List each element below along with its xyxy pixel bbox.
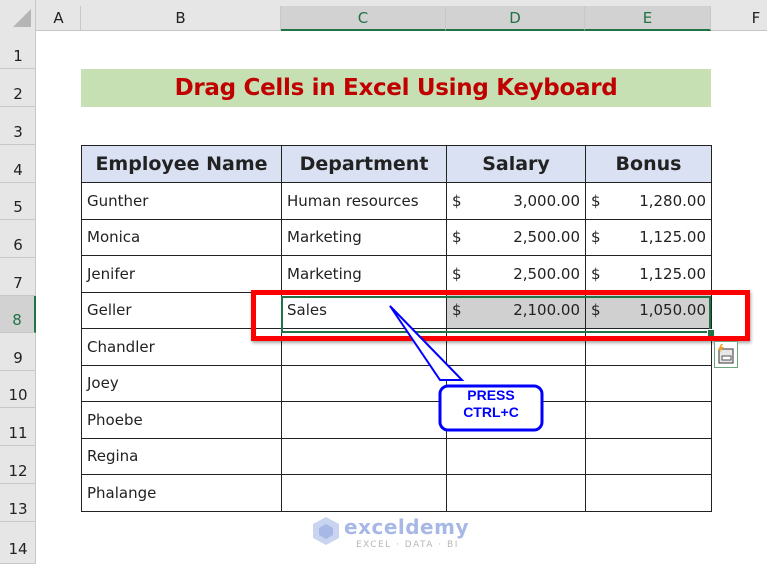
cell-bonus[interactable] [585, 364, 712, 402]
currency-symbol: $ [591, 264, 601, 283]
paste-options-icon[interactable] [714, 341, 738, 368]
currency-symbol: $ [452, 191, 462, 210]
column-header-f[interactable]: F [711, 6, 767, 31]
cell-employee-name[interactable]: Regina [81, 437, 282, 475]
header-bonus[interactable]: Bonus [585, 145, 712, 183]
callout-text: PRESS CTRL+C [441, 387, 541, 421]
row-header-4[interactable]: 4 [0, 145, 36, 183]
bonus-value: $1,125.00 [591, 265, 706, 283]
cell-employee-name[interactable]: Phalange [81, 474, 282, 512]
bonus-value: $1,125.00 [591, 228, 706, 246]
callout-line-1: PRESS [467, 387, 515, 403]
row-header-3[interactable]: 3 [0, 107, 36, 145]
cell-employee-name[interactable]: Phoebe [81, 401, 282, 439]
row-header-10[interactable]: 10 [0, 371, 36, 408]
cell-bonus[interactable] [585, 437, 712, 475]
bonus-amount: 1,125.00 [639, 228, 706, 247]
row-header-6[interactable]: 6 [0, 220, 36, 258]
cell-employee-name[interactable]: Joey [81, 364, 282, 402]
bonus-amount: 1,280.00 [639, 191, 706, 210]
cell-salary[interactable] [446, 437, 586, 475]
row-header-12[interactable]: 12 [0, 446, 36, 484]
currency-symbol: $ [452, 228, 462, 247]
table-row: Phalange [81, 474, 712, 512]
row-header-14[interactable]: 14 [0, 522, 36, 564]
row-header-7[interactable]: 7 [0, 258, 36, 296]
currency-symbol: $ [591, 191, 601, 210]
row-header-9[interactable]: 9 [0, 333, 36, 371]
callout-pointer [389, 305, 465, 381]
select-all-button[interactable] [0, 0, 36, 31]
column-header-d[interactable]: D [446, 6, 585, 31]
salary-value: $2,500.00 [452, 228, 580, 246]
salary-amount: 2,500.00 [513, 228, 580, 247]
cell-department[interactable]: Marketing [281, 255, 447, 293]
row-header-1[interactable]: 1 [0, 31, 36, 69]
header-salary[interactable]: Salary [446, 145, 586, 183]
cell-salary[interactable]: $3,000.00 [446, 182, 586, 220]
bonus-value: $1,280.00 [591, 192, 706, 210]
cell-employee-name[interactable]: Jenifer [81, 255, 282, 293]
header-department[interactable]: Department [281, 145, 447, 183]
cell-department[interactable]: Human resources [281, 182, 447, 220]
exceldemy-logo-icon [313, 517, 339, 545]
cell-department[interactable] [281, 474, 447, 512]
cell-salary[interactable]: $2,500.00 [446, 218, 586, 256]
salary-value: $2,500.00 [452, 265, 580, 283]
cell-salary[interactable] [446, 474, 586, 512]
salary-amount: 2,500.00 [513, 264, 580, 283]
column-header-a[interactable]: A [37, 6, 81, 31]
table-row: Jenifer Marketing $2,500.00 $1,125.00 [81, 255, 712, 293]
cell-employee-name[interactable]: Gunther [81, 182, 282, 220]
cell-bonus[interactable]: $1,125.00 [585, 255, 712, 293]
cell-bonus[interactable]: $1,280.00 [585, 182, 712, 220]
cell-department[interactable]: Marketing [281, 218, 447, 256]
select-all-triangle-icon [13, 9, 31, 27]
table-row: Gunther Human resources $3,000.00 $1,280.00 [81, 182, 712, 220]
table-row: Monica Marketing $2,500.00 $1,125.00 [81, 218, 712, 256]
column-header-c[interactable]: C [281, 6, 446, 31]
cell-bonus[interactable] [585, 474, 712, 512]
row-header-11[interactable]: 11 [0, 408, 36, 446]
row-header-8[interactable]: 8 [0, 296, 36, 333]
currency-symbol: $ [452, 264, 462, 283]
table-header-row: Employee Name Department Salary Bonus [81, 145, 712, 183]
row-header-13[interactable]: 13 [0, 484, 36, 522]
salary-amount: 3,000.00 [513, 191, 580, 210]
cell-department[interactable] [281, 437, 447, 475]
callout-line-2: CTRL+C [463, 404, 519, 420]
sheet-title: Drag Cells in Excel Using Keyboard [174, 75, 618, 101]
column-header-b[interactable]: B [81, 6, 281, 31]
watermark-tagline: EXCEL · DATA · BI [356, 540, 459, 550]
cell-bonus[interactable] [585, 401, 712, 439]
row-header-5[interactable]: 5 [0, 183, 36, 220]
currency-symbol: $ [591, 228, 601, 247]
bonus-amount: 1,125.00 [639, 264, 706, 283]
watermark-name: exceldemy [344, 515, 469, 539]
cell-employee-name[interactable]: Monica [81, 218, 282, 256]
row-header-2[interactable]: 2 [0, 69, 36, 107]
cell-bonus[interactable]: $1,125.00 [585, 218, 712, 256]
header-employee-name[interactable]: Employee Name [81, 145, 282, 183]
salary-value: $3,000.00 [452, 192, 580, 210]
column-header-e[interactable]: E [585, 6, 711, 31]
cell-salary[interactable]: $2,500.00 [446, 255, 586, 293]
table-row: Regina [81, 437, 712, 475]
